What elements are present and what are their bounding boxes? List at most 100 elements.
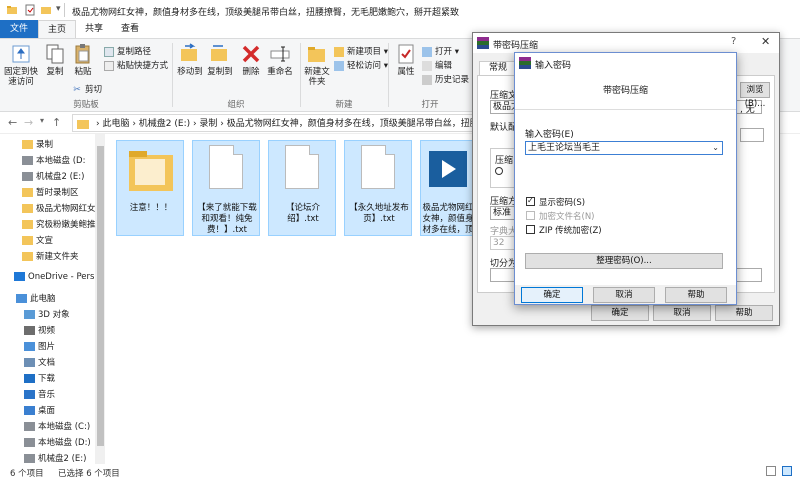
archive-dialog-title: 带密码压缩 bbox=[493, 41, 539, 51]
rename-button[interactable]: 重命名 bbox=[266, 43, 294, 77]
new-item-button[interactable]: 新建项目 ▾ bbox=[334, 45, 388, 57]
file-name: 极品尤物网红女神，颜值身材多在线，顶级美腿吊带白丝，扭 bbox=[422, 203, 474, 235]
copy-label: 复制 bbox=[46, 67, 64, 77]
pin-quick-access-label: 固定到快速访问 bbox=[4, 67, 39, 87]
video-play-icon bbox=[429, 151, 467, 187]
sidebar-item[interactable]: 音乐 bbox=[0, 388, 96, 403]
move-to-button[interactable]: 移动到 bbox=[176, 43, 204, 77]
up-arrow-icon[interactable]: ↑ bbox=[52, 116, 61, 129]
history-label: 历史记录 bbox=[435, 75, 470, 85]
nav-scrollbar-thumb[interactable] bbox=[97, 146, 104, 446]
sidebar-item[interactable]: 本地磁盘 (C:) bbox=[0, 420, 96, 435]
file-item-txt[interactable]: 【论坛介绍】.txt bbox=[268, 140, 336, 236]
quick-access-dropdown-icon[interactable]: ▾ bbox=[56, 4, 61, 14]
sidebar-item[interactable]: 下载 bbox=[0, 372, 96, 387]
copy-path-button[interactable]: 复制路径 bbox=[104, 45, 151, 57]
tab-file[interactable]: 文件 bbox=[0, 20, 38, 38]
archive-help-button[interactable]: 帮助 bbox=[715, 305, 773, 321]
window-title: 极品尤物网红女神，颜值身材多在线，顶级美腿吊带白丝，扭腰撩臀，无毛肥嫩鲍穴，掰开… bbox=[72, 8, 460, 18]
forward-arrow-icon[interactable]: → bbox=[24, 116, 33, 129]
paste-button[interactable]: 粘贴 bbox=[70, 43, 96, 77]
tab-home[interactable]: 主页 bbox=[38, 20, 76, 38]
dict-value: 32 bbox=[493, 238, 505, 248]
sidebar-item[interactable]: 极品尤物网红女 bbox=[0, 202, 96, 217]
password-input[interactable]: 上毛王论坛当毛王 ⌄ bbox=[525, 141, 723, 155]
file-item-txt[interactable]: 【来了就能下载和观看！纯免费！】.txt bbox=[192, 140, 260, 236]
delete-button[interactable]: 删除 bbox=[238, 43, 264, 77]
file-item-folder[interactable]: 注意！！！ bbox=[116, 140, 184, 236]
password-ok-button[interactable]: 确定 bbox=[521, 287, 583, 303]
status-bar: 6 个项目 已选择 6 个项目 bbox=[0, 464, 800, 481]
sidebar-item[interactable]: OneDrive - Pers bbox=[0, 270, 96, 285]
archive-ok-button[interactable]: 确定 bbox=[591, 305, 649, 321]
sidebar-item-label: 本地磁盘 (D:) bbox=[38, 438, 91, 448]
method-value: 标准 bbox=[493, 208, 512, 218]
chevron-down-icon[interactable]: ⌄ bbox=[712, 142, 719, 154]
group-new-label: 新建 bbox=[335, 100, 353, 110]
edit-button[interactable]: 编辑 bbox=[422, 59, 452, 71]
recent-locations-icon[interactable]: ▾ bbox=[40, 116, 44, 125]
file-name: 注意！！！ bbox=[129, 203, 173, 213]
file-item-txt[interactable]: 【永久地址发布页】.txt bbox=[344, 140, 412, 236]
paste-shortcut-button[interactable]: 粘贴快捷方式 bbox=[104, 59, 168, 71]
title-separator bbox=[64, 3, 65, 17]
file-item-video[interactable]: 极品尤物网红女神，颜值身材多在线，顶级美腿吊带白丝，扭 bbox=[420, 140, 474, 236]
new-folder-icon[interactable] bbox=[40, 4, 52, 16]
show-password-checkbox[interactable]: ✓ bbox=[526, 196, 535, 206]
new-folder-button[interactable]: 新建文件夹 bbox=[302, 43, 332, 87]
sidebar-item-label: 机械盘2 (E:) bbox=[36, 172, 85, 182]
organize-passwords-button[interactable]: 整理密码(O)... bbox=[525, 253, 723, 269]
zip-legacy-checkbox[interactable] bbox=[526, 225, 535, 234]
format-radio[interactable] bbox=[495, 167, 503, 175]
details-view-icon[interactable] bbox=[766, 466, 776, 476]
archive-dialog-titlebar: 带密码压缩 ? ✕ bbox=[473, 33, 779, 53]
tab-share[interactable]: 共享 bbox=[76, 20, 112, 38]
encrypt-names-label: 加密文件名(N) bbox=[539, 212, 595, 222]
delete-label: 删除 bbox=[242, 67, 260, 77]
sidebar-item[interactable]: 视频 bbox=[0, 324, 96, 339]
new-folder-label: 新建文件夹 bbox=[304, 67, 330, 87]
archive-cancel-button[interactable]: 取消 bbox=[653, 305, 711, 321]
sidebar-item[interactable]: 究极粉嫩美鲍推 bbox=[0, 218, 96, 233]
password-header: 带密码压缩 bbox=[602, 86, 648, 96]
sidebar-item[interactable]: 录制 bbox=[0, 138, 96, 153]
sidebar-item[interactable]: 此电脑 bbox=[0, 292, 96, 307]
sidebar-item[interactable]: 3D 对象 bbox=[0, 308, 96, 323]
sidebar-item[interactable]: 新建文件夹 bbox=[0, 250, 96, 265]
copy-button[interactable]: 复制 bbox=[42, 43, 68, 77]
easy-access-button[interactable]: 轻松访问 ▾ bbox=[334, 59, 388, 71]
properties-button[interactable]: 属性 bbox=[392, 43, 420, 77]
breadcrumb[interactable]: › 此电脑 › 机械盘2 (E:) › 录制 › 极品尤物网红女神，颜值身材多在… bbox=[96, 116, 497, 129]
help-icon[interactable]: ? bbox=[731, 36, 736, 47]
sidebar-item[interactable]: 本地磁盘 (D:) bbox=[0, 436, 96, 451]
cut-button[interactable]: ✂ 剪切 bbox=[72, 83, 102, 96]
password-help-button[interactable]: 帮助 bbox=[665, 287, 727, 303]
profile-dropdown[interactable] bbox=[740, 128, 764, 142]
cube-icon bbox=[24, 310, 35, 319]
sidebar-item[interactable]: 文档 bbox=[0, 356, 96, 371]
easy-access-label: 轻松访问 ▾ bbox=[347, 61, 388, 71]
sidebar-item[interactable]: 图片 bbox=[0, 340, 96, 355]
back-arrow-icon[interactable]: ← bbox=[8, 116, 17, 129]
sidebar-item[interactable]: 机械盘2 (E:) bbox=[0, 170, 96, 185]
browse-button[interactable]: 浏览(B)... bbox=[740, 82, 770, 109]
sidebar-item[interactable]: 本地磁盘 (D: bbox=[0, 154, 96, 169]
properties-icon[interactable] bbox=[24, 4, 36, 16]
tab-view[interactable]: 查看 bbox=[112, 20, 148, 38]
sidebar-item[interactable]: 暂时录制区 bbox=[0, 186, 96, 201]
password-cancel-button[interactable]: 取消 bbox=[593, 287, 655, 303]
sidebar-item[interactable]: 桌面 bbox=[0, 404, 96, 419]
large-icons-view-icon[interactable] bbox=[782, 466, 792, 476]
open-button[interactable]: 打开 ▾ bbox=[422, 45, 459, 57]
drive-icon bbox=[22, 172, 33, 181]
sidebar-item[interactable]: 文宣 bbox=[0, 234, 96, 249]
history-button[interactable]: 历史记录 bbox=[422, 73, 469, 85]
tab-general[interactable]: 常规 bbox=[479, 61, 517, 75]
copy-to-button[interactable]: 复制到 bbox=[206, 43, 234, 77]
pin-quick-access-button[interactable]: 固定到快速访问 bbox=[4, 43, 38, 87]
close-icon[interactable]: ✕ bbox=[761, 35, 770, 48]
paste-shortcut-label: 粘贴快捷方式 bbox=[117, 61, 169, 71]
desktop-icon bbox=[24, 406, 35, 415]
encrypt-names-checkbox[interactable] bbox=[526, 211, 535, 220]
copy-icon bbox=[46, 44, 64, 64]
